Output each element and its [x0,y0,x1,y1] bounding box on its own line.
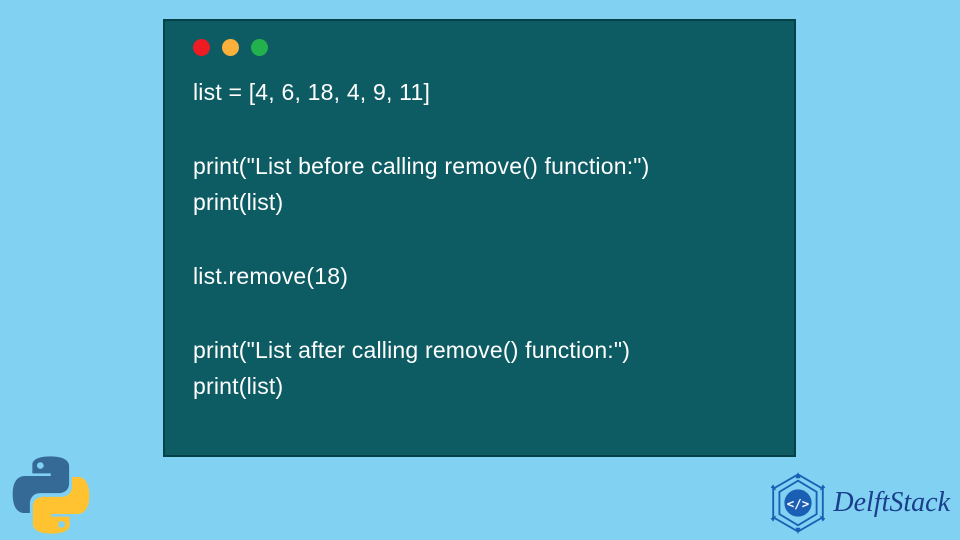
window-close-dot [193,39,210,56]
python-logo-icon [10,454,92,536]
svg-text:</>: </> [787,496,809,511]
delftstack-logo-icon: </> [767,472,829,534]
delftstack-brand: </> DelftStack [767,472,950,534]
delftstack-brand-text: DelftStack [833,487,950,519]
code-block: list = [4, 6, 18, 4, 9, 11] print("List … [193,74,766,405]
code-window: list = [4, 6, 18, 4, 9, 11] print("List … [163,19,796,457]
window-minimize-dot [222,39,239,56]
window-maximize-dot [251,39,268,56]
traffic-lights [193,39,766,56]
